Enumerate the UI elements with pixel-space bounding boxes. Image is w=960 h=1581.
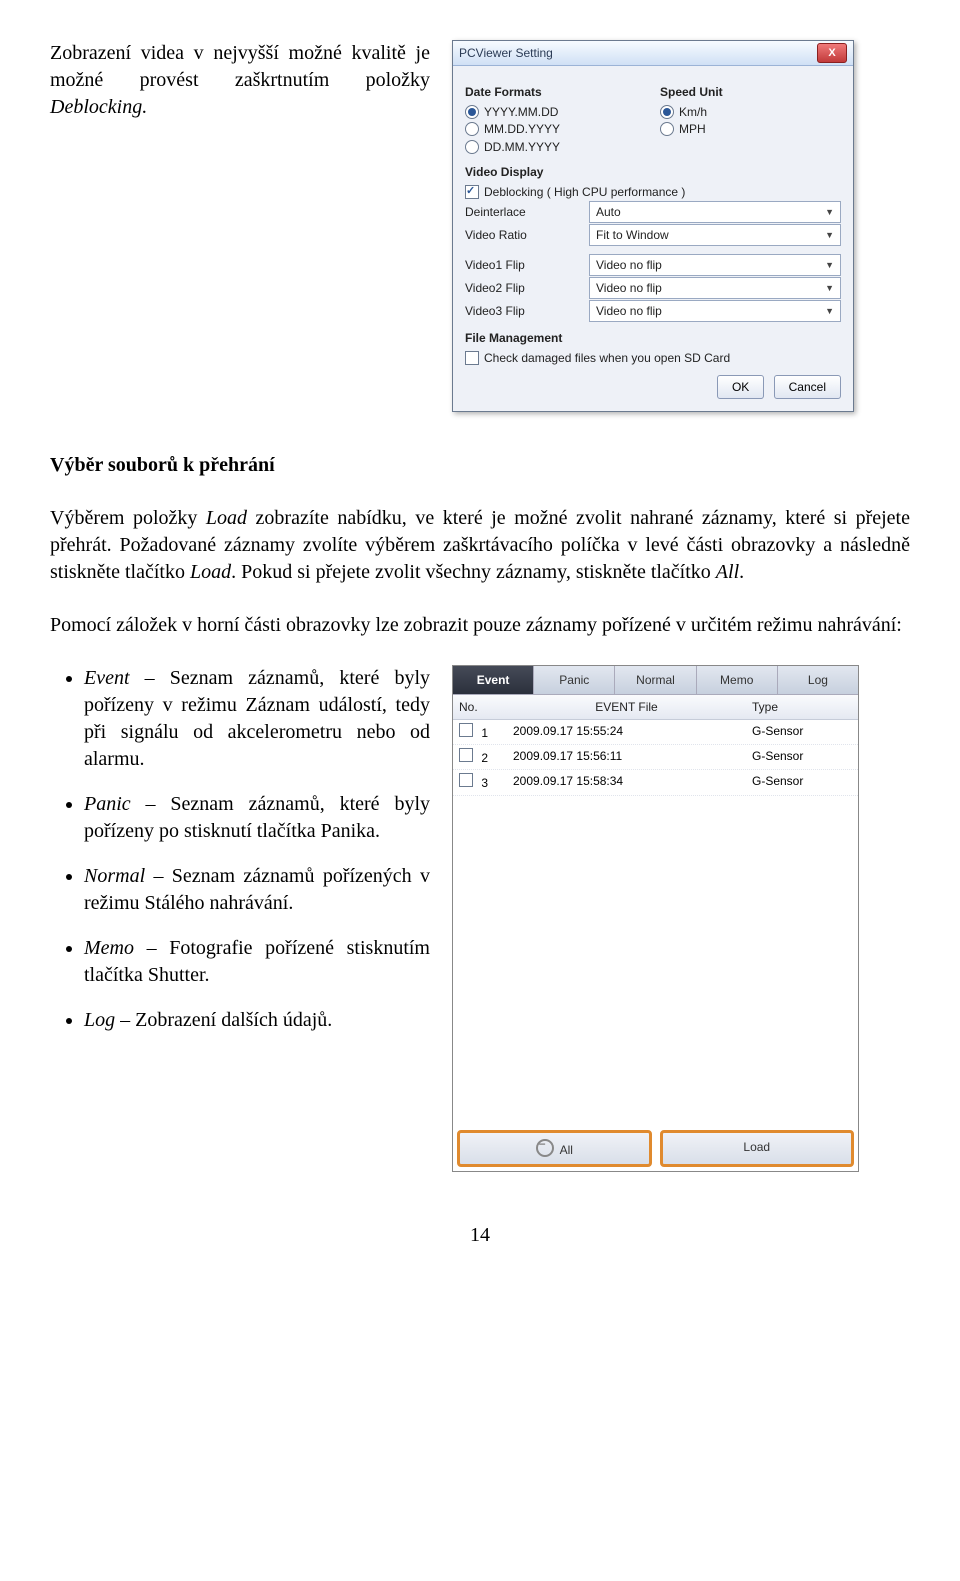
- label-video-ratio: Video Ratio: [465, 227, 585, 243]
- tab-normal[interactable]: Normal: [615, 666, 696, 695]
- chevron-down-icon: ▼: [825, 305, 834, 317]
- checkbox-icon: [465, 185, 479, 199]
- heading-select-files: Výběr souborů k přehrání: [50, 454, 275, 476]
- all-button[interactable]: All: [457, 1130, 652, 1167]
- paragraph-select-files: Výběrem položky Load zobrazíte nabídku, …: [50, 505, 910, 586]
- radio-icon: [660, 105, 674, 119]
- file-list-panel: Event Panic Normal Memo Log No. EVENT Fi…: [452, 665, 859, 1172]
- bullet-log: Log – Zobrazení dalších údajů.: [84, 1007, 430, 1034]
- table-header: No. EVENT File Type: [453, 695, 858, 720]
- col-file: EVENT File: [507, 695, 746, 719]
- intro-text: Zobrazení videa v nejvyšší možné kvalitě…: [50, 42, 430, 91]
- ok-button[interactable]: OK: [717, 375, 764, 399]
- radio-date-mdy[interactable]: MM.DD.YYYY: [465, 121, 646, 137]
- label-video3-flip: Video3 Flip: [465, 303, 585, 319]
- checkbox-check-damaged[interactable]: Check damaged files when you open SD Car…: [465, 350, 841, 366]
- bullet-panic: Panic – Seznam záznamů, které byly poříz…: [84, 791, 430, 845]
- close-icon[interactable]: X: [817, 43, 847, 63]
- window-title: PCViewer Setting: [459, 45, 553, 61]
- label-deinterlace: Deinterlace: [465, 204, 585, 220]
- group-date-formats: Date Formats: [465, 84, 646, 100]
- titlebar[interactable]: PCViewer Setting X: [453, 41, 853, 66]
- minus-circle-icon: [536, 1139, 554, 1157]
- bullet-memo: Memo – Fotografie pořízené stisknutím tl…: [84, 935, 430, 989]
- page-number: 14: [50, 1222, 910, 1249]
- bullet-event: Event – Seznam záznamů, které byly poříz…: [84, 665, 430, 773]
- radio-date-ymd[interactable]: YYYY.MM.DD: [465, 104, 646, 120]
- radio-icon: [465, 140, 479, 154]
- table-row[interactable]: 1 2009.09.17 15:55:24 G-Sensor: [453, 720, 858, 745]
- checkbox-deblocking[interactable]: Deblocking ( High CPU performance ): [465, 184, 841, 200]
- chevron-down-icon: ▼: [825, 206, 834, 218]
- select-video1-flip[interactable]: Video no flip▼: [589, 254, 841, 276]
- select-deinterlace[interactable]: Auto▼: [589, 201, 841, 223]
- label-video1-flip: Video1 Flip: [465, 257, 585, 273]
- cancel-button[interactable]: Cancel: [774, 375, 841, 399]
- select-video2-flip[interactable]: Video no flip▼: [589, 277, 841, 299]
- table-row[interactable]: 2 2009.09.17 15:56:11 G-Sensor: [453, 745, 858, 770]
- group-file-management: File Management: [465, 330, 841, 346]
- chevron-down-icon: ▼: [825, 282, 834, 294]
- col-type: Type: [746, 695, 858, 719]
- table-empty-area: [453, 796, 858, 1126]
- radio-speed-mph[interactable]: MPH: [660, 121, 841, 137]
- col-no: No.: [453, 695, 507, 719]
- checkbox-icon: [465, 351, 479, 365]
- intro-para: Zobrazení videa v nejvyšší možné kvalitě…: [50, 40, 430, 121]
- paragraph-tabs-intro: Pomocí záložek v horní části obrazovky l…: [50, 612, 910, 639]
- label-video2-flip: Video2 Flip: [465, 280, 585, 296]
- chevron-down-icon: ▼: [825, 229, 834, 241]
- tab-event[interactable]: Event: [453, 666, 534, 695]
- select-video3-flip[interactable]: Video no flip▼: [589, 300, 841, 322]
- checkbox-icon[interactable]: [459, 748, 473, 762]
- checkbox-icon[interactable]: [459, 723, 473, 737]
- group-speed-unit: Speed Unit: [660, 84, 841, 100]
- intro-emph: Deblocking.: [50, 96, 147, 118]
- radio-icon: [660, 122, 674, 136]
- tab-panic[interactable]: Panic: [534, 666, 615, 695]
- bullet-normal: Normal – Seznam záznamů pořízených v rež…: [84, 863, 430, 917]
- radio-icon: [465, 105, 479, 119]
- pcviewer-settings-window: PCViewer Setting X Date Formats YYYY.MM.…: [452, 40, 854, 412]
- select-video-ratio[interactable]: Fit to Window▼: [589, 224, 841, 246]
- group-video-display: Video Display: [465, 164, 841, 180]
- radio-speed-kmh[interactable]: Km/h: [660, 104, 841, 120]
- table-row[interactable]: 3 2009.09.17 15:58:34 G-Sensor: [453, 770, 858, 795]
- checkbox-icon[interactable]: [459, 773, 473, 787]
- chevron-down-icon: ▼: [825, 259, 834, 271]
- radio-icon: [465, 122, 479, 136]
- load-button[interactable]: Load: [660, 1130, 855, 1167]
- radio-date-dmy[interactable]: DD.MM.YYYY: [465, 139, 646, 155]
- tab-memo[interactable]: Memo: [697, 666, 778, 695]
- tab-log[interactable]: Log: [778, 666, 858, 695]
